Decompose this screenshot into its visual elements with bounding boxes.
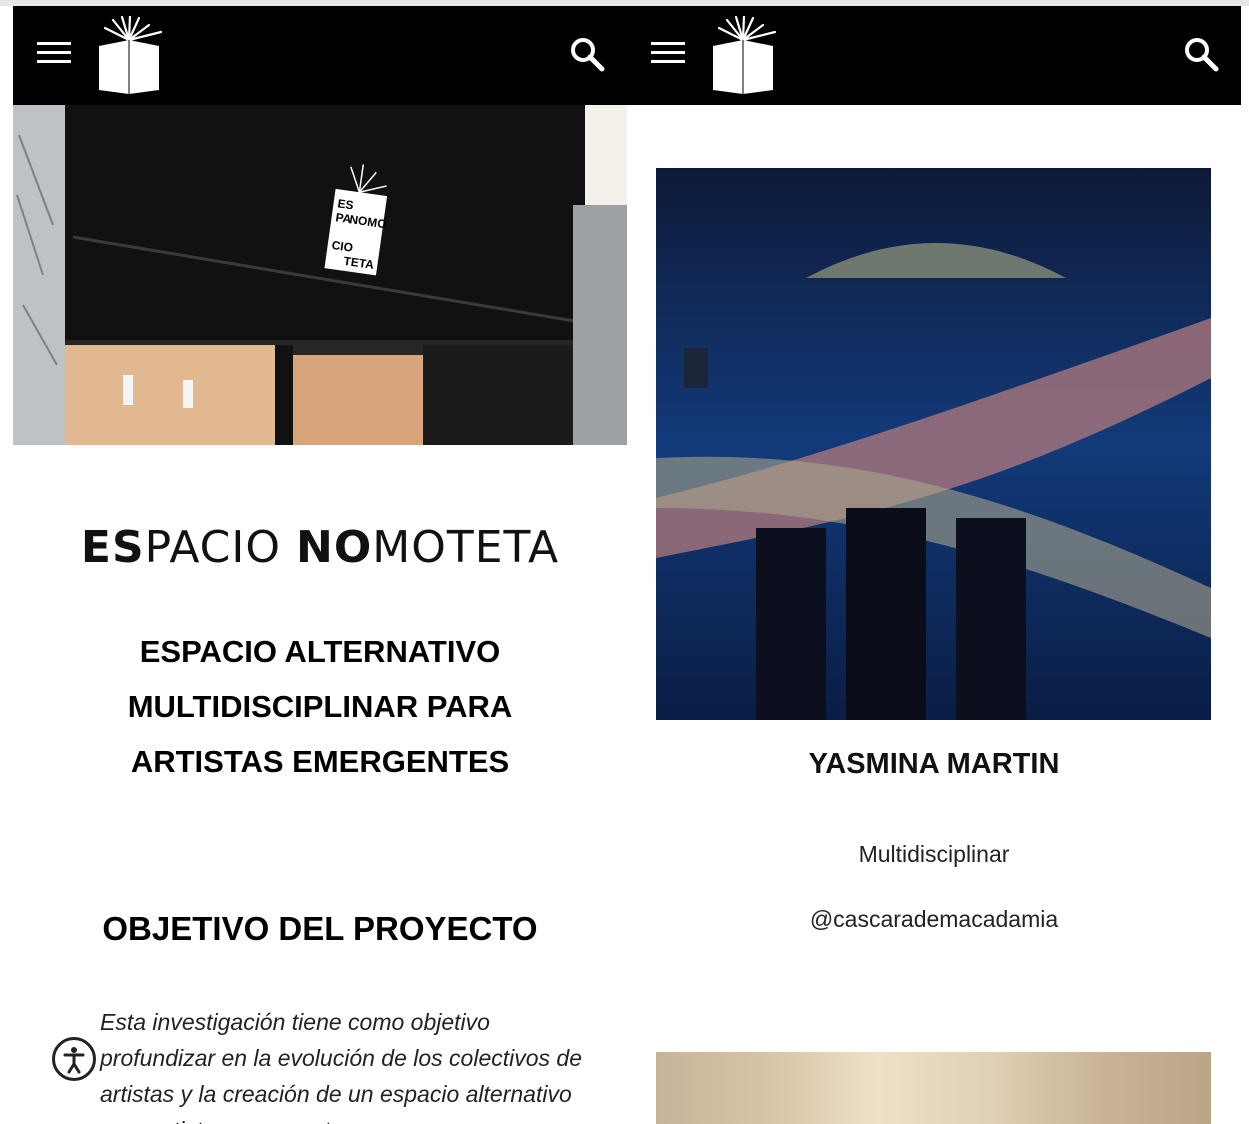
- left-phone-screen: ES PA NOMO CIO TETA ESPACIO NOMOTETA ESP…: [13, 6, 627, 1124]
- right-phone-screen: YASMINA MARTIN Multidisciplinar @cascara…: [627, 6, 1241, 1124]
- search-icon[interactable]: [569, 36, 605, 72]
- hamburger-menu-icon[interactable]: [37, 42, 71, 68]
- subtitle-line-2: MULTIDISCIPLINAR PARA: [127, 689, 513, 724]
- subtitle-line-1: ESPACIO ALTERNATIVO: [139, 634, 501, 669]
- artist-name: YASMINA MARTIN: [808, 748, 1060, 780]
- storefront-photo: ES PA NOMO CIO TETA: [13, 105, 627, 445]
- brand-title-part-1: ES: [80, 522, 145, 573]
- artwork-photo[interactable]: [656, 168, 1211, 720]
- section-heading: OBJETIVO DEL PROYECTO: [102, 910, 538, 947]
- brand-title: ESPACIO NOMOTETA: [13, 522, 627, 573]
- project-paragraph: Esta investigación tiene como objetivo p…: [100, 1009, 583, 1124]
- brand-title-part-2: PACIO: [144, 522, 297, 573]
- instagram-handle-link[interactable]: @cascarademacadamia: [627, 906, 1241, 933]
- subtitle: ESPACIO ALTERNATIVO MULTIDISCIPLINAR PAR…: [53, 624, 587, 789]
- sign-line-4: CIO: [331, 238, 354, 255]
- artist-discipline: Multidisciplinar: [858, 841, 1010, 867]
- navbar: [627, 6, 1241, 105]
- subtitle-line-3: ARTISTAS EMERGENTES: [130, 744, 510, 779]
- search-icon[interactable]: [1183, 36, 1219, 72]
- navbar: [13, 6, 627, 105]
- accessibility-icon[interactable]: [52, 1037, 96, 1081]
- brand-title-part-3: NO: [296, 522, 373, 573]
- hamburger-menu-icon[interactable]: [651, 42, 685, 68]
- brand-title-part-4: MOTETA: [372, 522, 560, 573]
- next-artwork-photo[interactable]: [656, 1052, 1211, 1124]
- book-burst-logo-icon[interactable]: [93, 16, 165, 96]
- book-burst-logo-icon[interactable]: [707, 16, 779, 96]
